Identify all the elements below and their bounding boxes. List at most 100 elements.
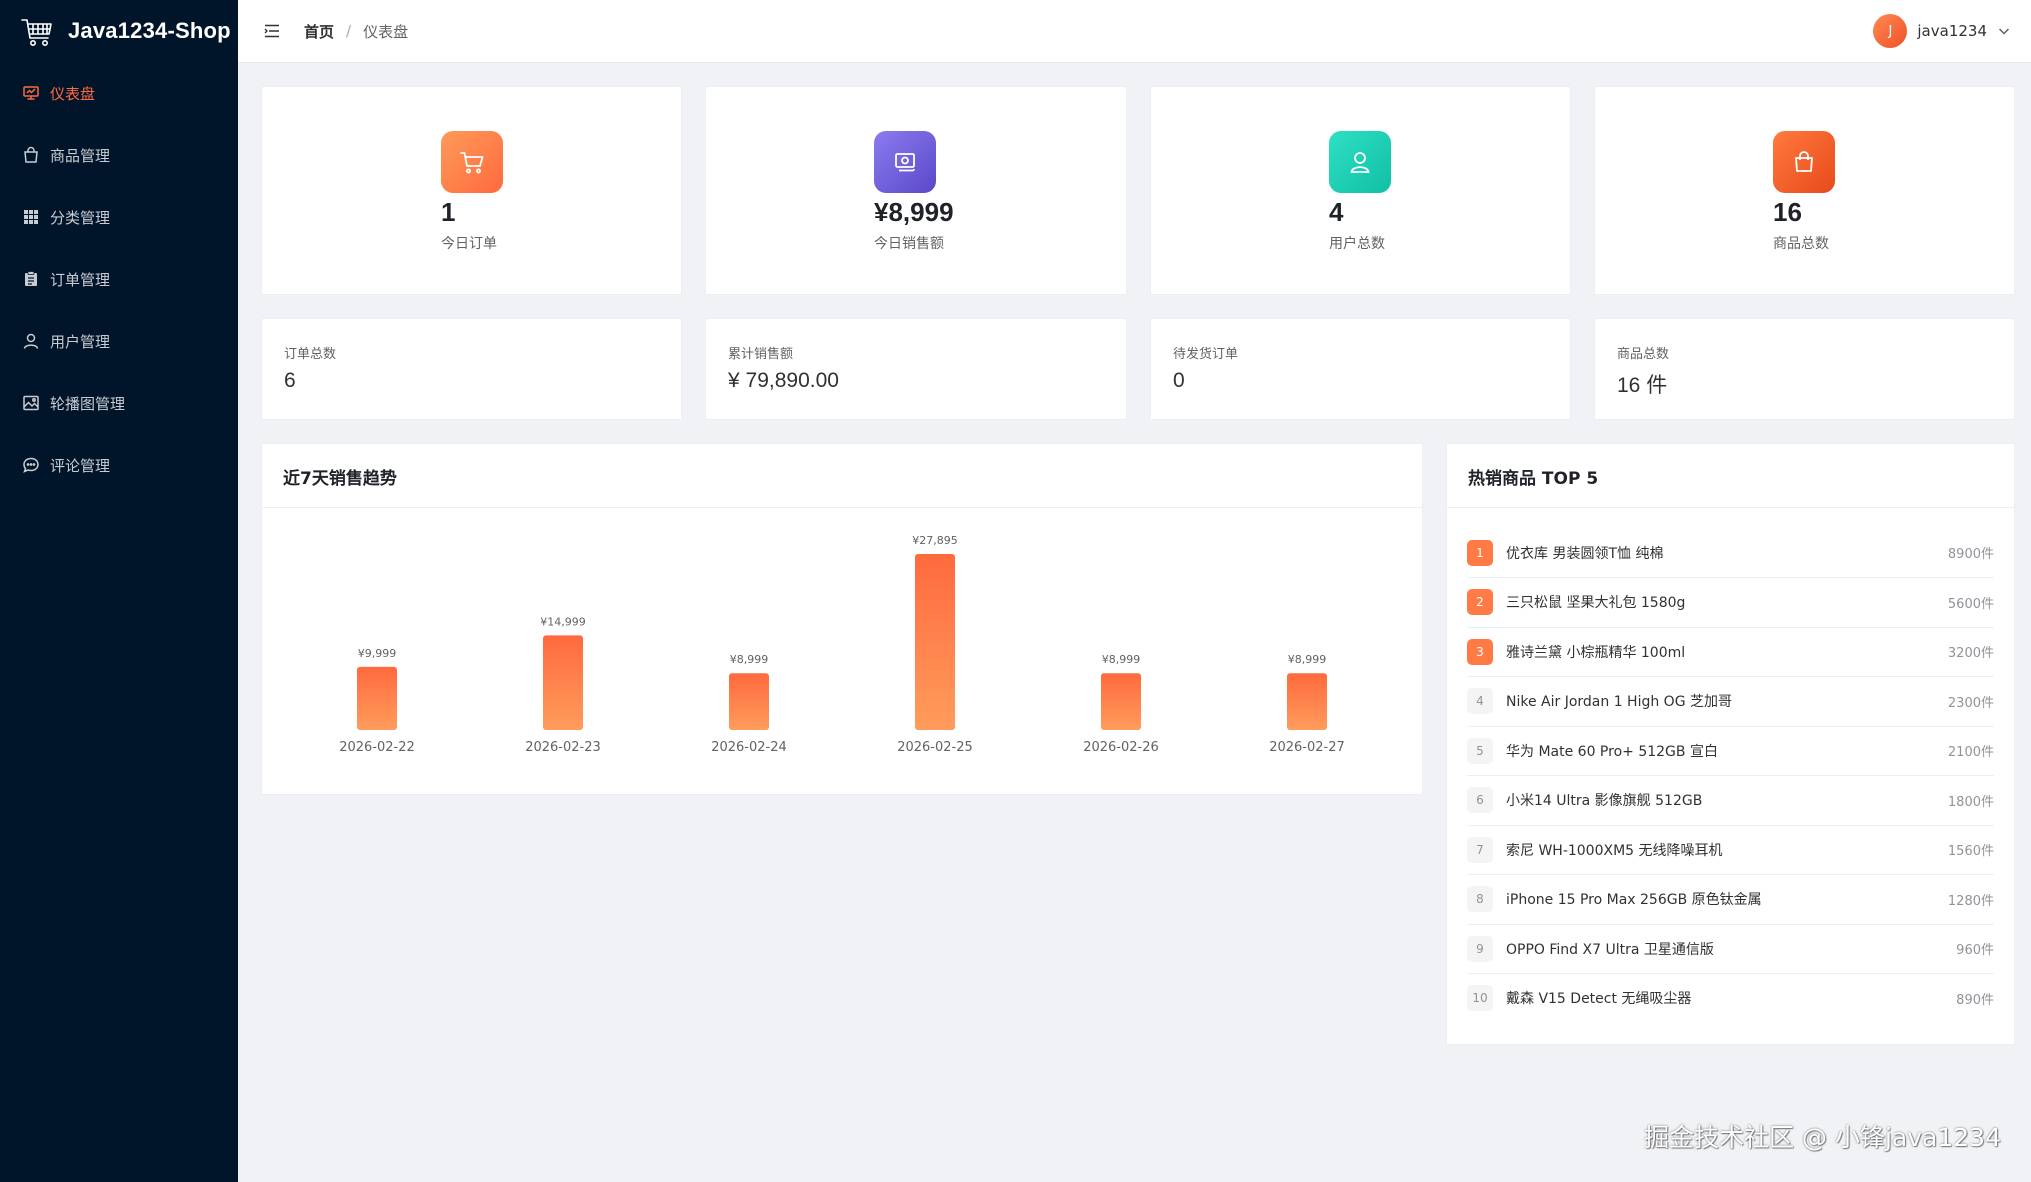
summary-value: 0 <box>1173 369 1185 392</box>
stat-label: 商品总数 <box>1773 236 1829 252</box>
summary-value: ¥ 79,890.00 <box>728 369 839 392</box>
stat-card-today-orders: 1 今日订单 <box>261 86 682 295</box>
money-icon <box>874 131 936 193</box>
product-name: 雅诗兰黛 小棕瓶精华 100ml <box>1506 644 1686 661</box>
list-item[interactable]: 10 戴森 V15 Detect 无绳吸尘器 890件 <box>1467 974 1994 1023</box>
summary-card-order-total: 订单总数 6 <box>261 318 682 420</box>
panel-title: 热销商品 TOP 5 <box>1468 469 1599 489</box>
list-item[interactable]: 8 iPhone 15 Pro Max 256GB 原色钛金属 1280件 <box>1467 875 1994 925</box>
product-name: 小米14 Ultra 影像旗舰 512GB <box>1506 793 1703 809</box>
sidebar: Java1234-Shop 仪表盘 商品管理 分类管理 订单管理 用户管理 轮播… <box>0 0 238 1182</box>
list-item[interactable]: 6 小米14 Ultra 影像旗舰 512GB 1800件 <box>1467 776 1994 826</box>
bar-value-label: ¥14,999 <box>540 615 586 628</box>
breadcrumb-separator: / <box>346 22 352 40</box>
sales-bar-chart: ¥9,999 2026-02-22 ¥14,999 2026-02-23 ¥8,999 2… <box>339 534 1345 755</box>
x-axis-tick-label: 2026-02-25 <box>897 740 973 755</box>
list-item[interactable]: 4 Nike Air Jordan 1 High OG 芝加哥 2300件 <box>1467 677 1994 727</box>
menu-toggle-icon[interactable] <box>262 21 282 41</box>
product-name: Nike Air Jordan 1 High OG 芝加哥 <box>1506 694 1733 710</box>
list-item[interactable]: 5 华为 Mate 60 Pro+ 512GB 宣白 2100件 <box>1467 726 1994 776</box>
sidebar-item-comments[interactable]: 评论管理 <box>0 434 238 496</box>
list-item[interactable]: 3 雅诗兰黛 小棕瓶精华 100ml 3200件 <box>1467 627 1994 677</box>
bar-value-label: ¥8,999 <box>1288 653 1327 666</box>
summary-value: 16 件 <box>1617 374 1668 397</box>
product-sales: 1800件 <box>1947 794 1994 810</box>
sidebar-item-label: 仪表盘 <box>50 84 96 103</box>
stat-value: 16 <box>1773 197 1802 227</box>
rank-badge: 3 <box>1467 638 1493 665</box>
sidebar-item-categories[interactable]: 分类管理 <box>0 186 238 248</box>
sidebar-item-label: 用户管理 <box>50 332 111 351</box>
app-logo[interactable]: Java1234-Shop <box>0 0 238 62</box>
summary-value: 6 <box>284 369 296 392</box>
bag-icon <box>1773 131 1835 193</box>
user-icon <box>1329 131 1391 193</box>
chart-bar[interactable] <box>729 673 769 730</box>
picture-icon <box>22 394 40 412</box>
sidebar-item-orders[interactable]: 订单管理 <box>0 248 238 310</box>
rank-badge: 1 <box>1467 539 1493 566</box>
panel-divider <box>1447 507 2014 508</box>
cart-icon <box>441 131 503 193</box>
product-sales: 2100件 <box>1947 745 1994 760</box>
stat-label: 今日销售额 <box>874 236 944 252</box>
product-sales: 1280件 <box>1947 893 1994 909</box>
stat-value: ¥8,999 <box>874 197 954 227</box>
x-axis-tick-label: 2026-02-23 <box>525 740 601 755</box>
chart-bar[interactable] <box>915 554 955 730</box>
sidebar-item-users[interactable]: 用户管理 <box>0 310 238 372</box>
list-item[interactable]: 1 优衣库 男装圆领T恤 纯棉 8900件 <box>1467 528 1994 578</box>
product-sales: 5600件 <box>1947 596 1994 612</box>
sales-trend-panel: 近7天销售趋势 ¥9,999 2026-02-22 ¥14,999 2026-02-2… <box>261 443 1423 795</box>
product-name: OPPO Find X7 Ultra 卫星通信版 <box>1506 941 1714 958</box>
avatar[interactable]: J <box>1873 14 1908 48</box>
chart-bar[interactable] <box>357 666 397 730</box>
shopping-cart-logo-icon <box>21 19 52 46</box>
chart-bar[interactable] <box>1101 673 1141 730</box>
stat-card-user-total: 4 用户总数 <box>1150 86 1571 295</box>
breadcrumb-current: 仪表盘 <box>363 22 409 41</box>
summary-card-product-total: 商品总数 16 件 <box>1594 318 2015 420</box>
bar-value-label: ¥27,895 <box>912 534 958 547</box>
summary-label: 订单总数 <box>284 347 337 362</box>
product-name: 戴森 V15 Detect 无绳吸尘器 <box>1506 991 1692 1007</box>
sidebar-item-label: 商品管理 <box>50 146 111 165</box>
product-sales: 890件 <box>1956 992 1994 1008</box>
bar-value-label: ¥8,999 <box>730 653 769 666</box>
product-sales: 2300件 <box>1947 695 1994 711</box>
chart-bar[interactable] <box>543 635 583 730</box>
stat-value: 1 <box>441 197 456 227</box>
clipboard-icon <box>22 270 40 288</box>
bar-value-label: ¥9,999 <box>358 647 397 660</box>
stat-label: 今日订单 <box>441 236 497 252</box>
x-axis-tick-label: 2026-02-24 <box>711 740 787 755</box>
chevron-down-icon[interactable] <box>1997 24 2011 38</box>
list-item[interactable]: 2 三只松鼠 坚果大礼包 1580g 5600件 <box>1467 578 1994 628</box>
sidebar-item-dashboard[interactable]: 仪表盘 <box>0 62 238 124</box>
sidebar-item-label: 评论管理 <box>50 456 111 475</box>
user-dropdown[interactable]: J java1234 <box>1873 0 2011 62</box>
rank-badge: 5 <box>1467 737 1493 764</box>
list-item[interactable]: 7 索尼 WH-1000XM5 无线降噪耳机 1560件 <box>1467 825 1994 875</box>
product-sales: 8900件 <box>1947 547 1994 562</box>
summary-label: 累计销售额 <box>728 347 794 362</box>
sidebar-item-banners[interactable]: 轮播图管理 <box>0 372 238 434</box>
product-sales: 1560件 <box>1947 844 1994 859</box>
sidebar-item-products[interactable]: 商品管理 <box>0 124 238 186</box>
rank-badge: 9 <box>1467 935 1493 962</box>
breadcrumb-home[interactable]: 首页 <box>304 21 334 42</box>
sidebar-menu: 仪表盘 商品管理 分类管理 订单管理 用户管理 轮播图管理 评论管理 <box>0 62 238 496</box>
user-name[interactable]: java1234 <box>1917 22 1987 40</box>
chart-bar[interactable] <box>1287 673 1327 730</box>
list-item[interactable]: 9 OPPO Find X7 Ultra 卫星通信版 960件 <box>1467 924 1994 974</box>
sidebar-item-label: 订单管理 <box>50 270 111 289</box>
rank-badge: 6 <box>1467 787 1493 813</box>
summary-card-pending-shipment: 待发货订单 0 <box>1150 318 1571 420</box>
product-name: 三只松鼠 坚果大礼包 1580g <box>1506 595 1686 611</box>
user-icon <box>22 332 40 350</box>
stat-card-today-sales: ¥8,999 今日销售额 <box>705 86 1127 295</box>
chat-icon <box>22 456 40 474</box>
summary-label: 待发货订单 <box>1173 347 1239 362</box>
sidebar-item-label: 轮播图管理 <box>50 394 126 413</box>
shopping-bag-icon <box>22 146 40 164</box>
